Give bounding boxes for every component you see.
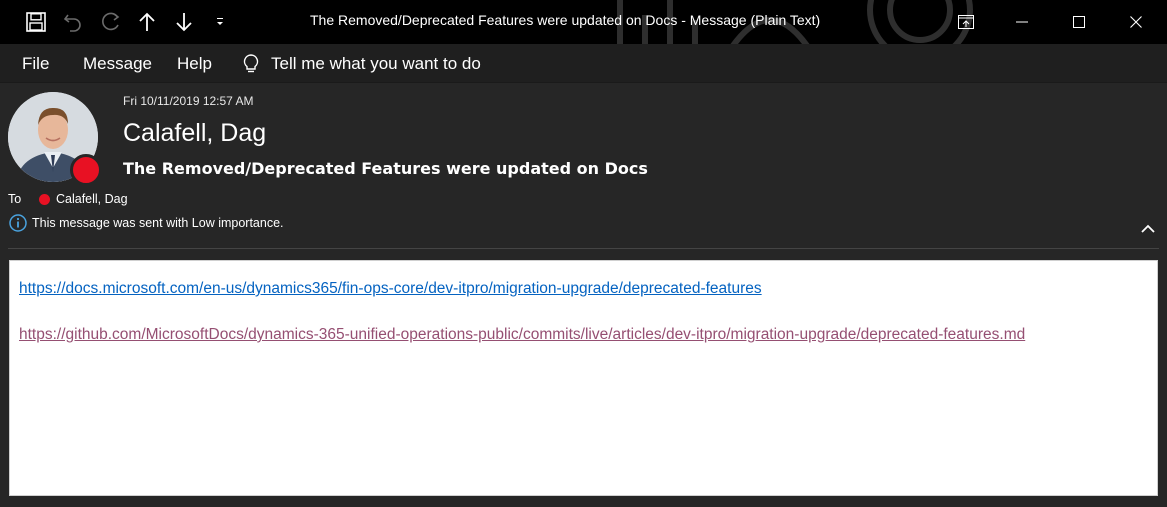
github-commits-link[interactable]: https://github.com/MicrosoftDocs/dynamic… (19, 323, 1079, 347)
header-divider (8, 248, 1159, 249)
arrow-down-icon (176, 13, 192, 32)
tell-me-search[interactable]: Tell me what you want to do (241, 52, 481, 76)
next-item-button[interactable] (170, 8, 198, 36)
title-bar: The Removed/Deprecated Features were upd… (0, 0, 1167, 44)
customize-dropdown-icon (217, 18, 223, 25)
ribbon-tab-bar: File Message Help Tell me what you want … (0, 44, 1167, 83)
close-button[interactable] (1113, 0, 1159, 44)
collapse-header-button[interactable] (1138, 220, 1158, 238)
ribbon-display-options-icon (958, 15, 974, 29)
recipient-presence-icon (39, 193, 50, 205)
importance-infobar: This message was sent with Low importanc… (9, 213, 284, 233)
recipients-row: To Calafell, Dag (8, 191, 128, 207)
importance-text: This message was sent with Low importanc… (32, 216, 284, 230)
close-icon (1130, 16, 1142, 28)
arrow-up-icon (139, 12, 155, 31)
to-label: To (8, 192, 22, 206)
minimize-icon (1016, 21, 1028, 23)
chevron-up-icon (1141, 224, 1155, 233)
sent-date: Fri 10/11/2019 12:57 AM (123, 94, 254, 108)
minimize-button[interactable] (999, 0, 1045, 44)
maximize-icon (1073, 16, 1085, 28)
window-title: The Removed/Deprecated Features were upd… (310, 12, 821, 28)
redo-icon (102, 12, 120, 31)
docs-link[interactable]: https://docs.microsoft.com/en-us/dynamic… (19, 277, 1079, 301)
tab-help[interactable]: Help (177, 54, 212, 74)
previous-item-button[interactable] (133, 8, 161, 36)
tell-me-placeholder: Tell me what you want to do (271, 54, 481, 73)
message-subject: The Removed/Deprecated Features were upd… (123, 159, 648, 178)
save-icon (26, 12, 46, 32)
message-body[interactable]: https://docs.microsoft.com/en-us/dynamic… (9, 260, 1158, 496)
tab-file[interactable]: File (22, 54, 49, 74)
tab-message[interactable]: Message (83, 54, 152, 74)
recipient-name[interactable]: Calafell, Dag (56, 192, 128, 206)
undo-button[interactable] (59, 8, 87, 36)
redo-button[interactable] (96, 8, 124, 36)
undo-icon (63, 14, 81, 32)
save-button[interactable] (22, 8, 50, 36)
ribbon-display-options-button[interactable] (943, 0, 989, 44)
presence-busy-icon (70, 154, 102, 186)
lightbulb-icon (243, 54, 259, 73)
sender-name[interactable]: Calafell, Dag (123, 119, 266, 148)
info-icon (9, 214, 27, 232)
customize-quick-access-button[interactable] (206, 8, 234, 36)
maximize-button[interactable] (1056, 0, 1102, 44)
